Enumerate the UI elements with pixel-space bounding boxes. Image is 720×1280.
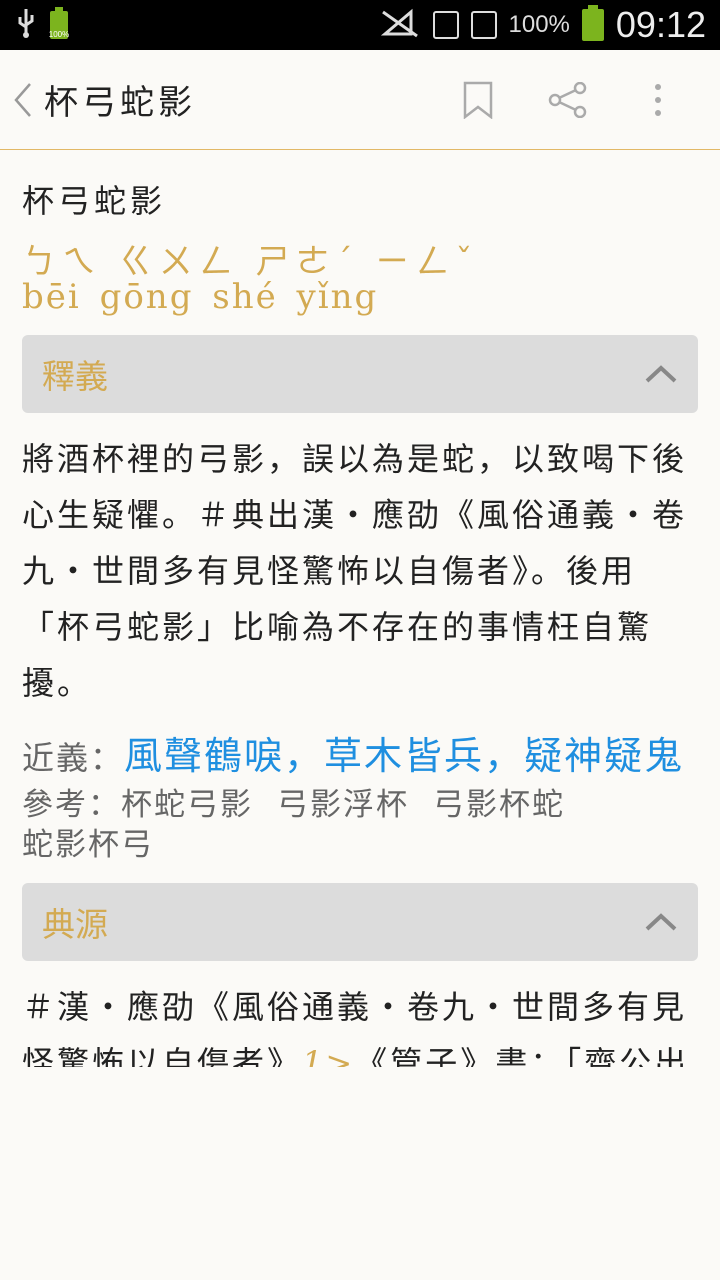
entry-content: 杯弓蛇影 ㄅㄟ ㄍㄨㄥ ㄕㄜˊ ㄧㄥˇ bēi gōng shé yǐng 釋義… <box>0 150 720 1187</box>
share-button[interactable] <box>548 80 588 120</box>
section-header-definition[interactable]: 釋義 <box>22 335 698 413</box>
sd-card-icon-2 <box>470 11 497 39</box>
zhuyin: ㄅㄟ ㄍㄨㄥ ㄕㄜˊ ㄧㄥˇ <box>22 242 479 282</box>
back-button[interactable] <box>12 80 42 120</box>
bookmark-button[interactable] <box>458 80 498 120</box>
definition-text: 將酒杯裡的弓影，誤以為是蛇，以致喝下後心生疑懼。＃典出漢‧應劭《風俗通義‧卷九‧… <box>22 440 688 702</box>
ref-item: 弓影浮杯 <box>277 787 409 823</box>
bottom-blank <box>0 1067 720 1187</box>
app-bar: 杯弓蛇影 <box>0 50 720 150</box>
synonyms: 近義：風聲鶴唳，草木皆兵，疑神疑鬼 <box>22 734 685 778</box>
synonym-link[interactable]: 風聲鶴唳 <box>124 734 284 778</box>
battery-percent: 100% <box>508 11 570 38</box>
pinyin: bēi gōng shé yǐng <box>22 277 379 317</box>
ref-item: 蛇影杯弓 <box>22 827 154 863</box>
battery-small-icon: 100% <box>49 7 69 39</box>
synonym-link[interactable]: 草木皆兵 <box>324 734 484 778</box>
sd-card-icon <box>432 11 459 39</box>
refs-label: 參考： <box>22 787 121 823</box>
references: 參考：杯蛇弓影 弓影浮杯 弓影杯蛇蛇影杯弓 <box>22 785 698 865</box>
ref-item: 弓影杯蛇 <box>433 787 565 823</box>
usb-icon <box>14 7 38 44</box>
share-icon <box>548 81 587 118</box>
chevron-left-icon <box>14 82 31 117</box>
ref-item: 杯蛇弓影 <box>121 787 253 823</box>
chevron-up-icon <box>645 365 677 383</box>
no-signal-icon <box>380 8 421 43</box>
more-vert-icon <box>655 83 661 116</box>
section-header-source[interactable]: 典源 <box>22 883 698 961</box>
headword: 杯弓蛇影 <box>22 182 167 220</box>
synonyms-label: 近義： <box>22 739 125 777</box>
chevron-up-icon <box>645 913 677 931</box>
clock: 09:12 <box>615 4 706 45</box>
battery-icon <box>581 5 604 41</box>
page-title: 杯弓蛇影 <box>44 83 196 123</box>
section-label: 典源 <box>42 905 108 944</box>
overflow-menu-button[interactable] <box>638 80 678 120</box>
status-bar: 100% 100% 09:12 <box>0 0 720 50</box>
section-label: 釋義 <box>42 357 108 396</box>
synonym-link[interactable]: 疑神疑鬼 <box>524 734 684 778</box>
bookmark-icon <box>463 81 493 119</box>
